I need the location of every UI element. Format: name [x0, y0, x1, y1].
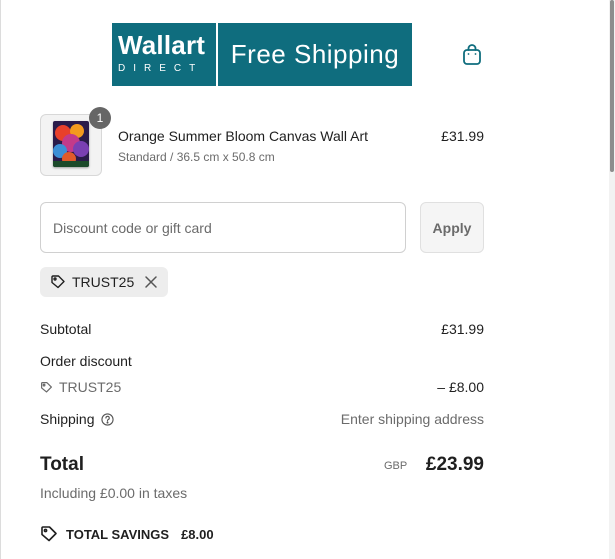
applied-discount-chip: TRUST25 — [40, 267, 169, 297]
logo-tagline: Free Shipping — [230, 39, 400, 69]
shipping-value: Enter shipping address — [340, 411, 484, 427]
product-title: Orange Summer Bloom Canvas Wall Art — [118, 128, 369, 144]
logo-tagline-box: Free Shipping — [218, 23, 412, 86]
remove-discount-icon[interactable] — [144, 275, 158, 289]
store-logo[interactable]: Wallart DIRECT Free Shipping — [112, 23, 412, 86]
apply-discount-button[interactable]: Apply — [420, 202, 484, 253]
discount-code-label: TRUST25 — [59, 379, 122, 395]
tag-icon — [51, 275, 65, 289]
total-value: £23.99 — [425, 454, 484, 475]
discount-value: – £8.00 — [437, 379, 484, 395]
discount-code-input[interactable] — [40, 202, 406, 253]
total-savings-label: TOTAL SAVINGS — [66, 526, 170, 542]
panel-divider — [0, 0, 1, 559]
shipping-label: Shipping — [40, 411, 95, 427]
logo-brand-top: Wallart — [118, 30, 206, 60]
order-discount-label: Order discount — [40, 353, 132, 369]
product-variant: Standard / 36.5 cm x 50.8 cm — [118, 150, 275, 164]
total-savings-value: £8.00 — [181, 526, 214, 542]
scrollbar-thumb[interactable] — [610, 0, 614, 172]
discount-code-line: TRUST25 — [40, 379, 121, 395]
logo-wordmark: Wallart DIRECT — [112, 23, 216, 86]
shipping-label-group: Shipping — [40, 411, 114, 427]
product-price: £31.99 — [441, 128, 484, 144]
total-savings: TOTAL SAVINGS £8.00 — [40, 525, 214, 543]
scrollbar[interactable] — [609, 0, 615, 559]
help-icon[interactable] — [100, 412, 114, 426]
subtotal-value: £31.99 — [441, 321, 484, 337]
applied-discount-code: TRUST25 — [72, 274, 135, 290]
quantity-badge: 1 — [89, 107, 111, 129]
product-image — [53, 121, 89, 167]
taxes-note: Including £0.00 in taxes — [40, 485, 188, 501]
total-currency: GBP — [384, 460, 408, 472]
tag-icon — [41, 381, 52, 393]
shopping-bag-icon[interactable] — [460, 43, 484, 67]
tag-icon — [41, 526, 57, 542]
subtotal-label: Subtotal — [40, 321, 92, 337]
total-label: Total — [40, 454, 84, 475]
logo-brand-bottom: DIRECT — [118, 63, 204, 74]
